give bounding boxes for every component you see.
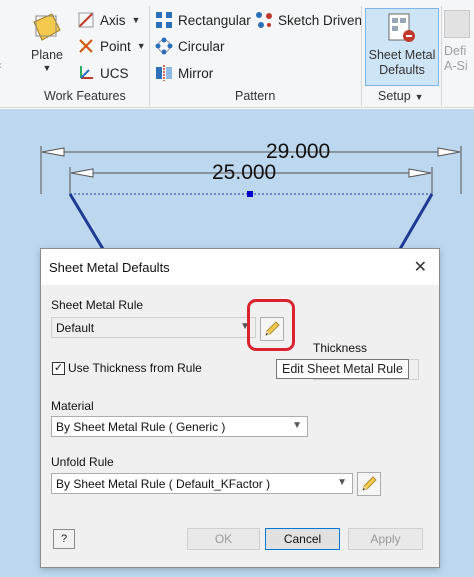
mirror-button[interactable]: Mirror: [155, 62, 213, 84]
pattern-group-label: Pattern: [235, 89, 276, 103]
material-label: Material: [51, 399, 94, 413]
sketch-driven-pattern-button[interactable]: Sketch Driven: [255, 9, 362, 31]
plane-button[interactable]: Plane ▼: [22, 8, 72, 73]
cut-off-edge: ‹: [0, 58, 2, 72]
sheet-metal-defaults-button[interactable]: Sheet Metal Defaults: [365, 8, 439, 86]
circular-label: Circular: [178, 38, 225, 54]
setup-group-label[interactable]: Setup ▼: [378, 89, 424, 103]
ribbon-separator: [441, 6, 442, 106]
ribbon: ‹ Plane ▼ Axis ▼ Point ▼ UCS Work Featur…: [0, 0, 474, 108]
point-label: Point: [100, 38, 131, 54]
mirror-icon: [155, 64, 173, 82]
dimension-inner[interactable]: 25.000: [212, 161, 276, 185]
point-button[interactable]: Point ▼: [77, 35, 146, 57]
plane-icon: [30, 10, 64, 44]
ucs-icon: [77, 64, 95, 82]
pencil-icon: [265, 321, 280, 336]
axis-icon: [77, 11, 95, 29]
close-icon[interactable]: ✕: [414, 257, 427, 277]
unfold-rule-select[interactable]: By Sheet Metal Rule ( Default_KFactor ) …: [51, 473, 353, 494]
rectangular-pattern-button[interactable]: Rectangular: [155, 9, 251, 31]
dialog-title-bar: Sheet Metal Defaults: [41, 249, 439, 285]
unfold-rule-label: Unfold Rule: [51, 455, 114, 469]
sketch-driven-pattern-icon: [255, 11, 273, 29]
sheet-metal-defaults-dialog: Sheet Metal Defaults ✕ Sheet Metal Rule …: [40, 248, 440, 568]
chevron-down-icon: ▼: [136, 41, 146, 51]
unfold-rule-value: By Sheet Metal Rule ( Default_KFactor ): [56, 476, 271, 491]
apply-label: Apply: [370, 532, 401, 546]
sheet-metal-rule-select[interactable]: Default ▼: [51, 317, 256, 338]
ucs-label: UCS: [100, 65, 129, 81]
rectangular-label: Rectangular: [178, 12, 251, 28]
plane-label: Plane: [31, 48, 63, 62]
work-features-group-label: Work Features: [44, 89, 126, 103]
use-thickness-label: Use Thickness from Rule: [68, 361, 202, 375]
axis-label: Axis: [100, 12, 126, 28]
chevron-down-icon: ▼: [337, 477, 347, 488]
chevron-down-icon: ▼: [292, 420, 302, 431]
ribbon-separator: [149, 6, 150, 106]
edit-rule-tooltip: Edit Sheet Metal Rule: [276, 359, 409, 379]
mirror-label: Mirror: [178, 65, 214, 81]
define-label-line2: A-Si: [444, 59, 468, 73]
edit-sheet-metal-rule-button[interactable]: [260, 317, 284, 341]
help-icon: ?: [60, 533, 68, 545]
define-label-line1: Defi: [444, 44, 467, 58]
setup-label: Setup: [378, 89, 411, 103]
pencil-icon: [362, 476, 377, 491]
sketch-driven-label: Sketch Driven: [278, 12, 363, 28]
circular-pattern-icon: [155, 37, 173, 55]
define-a-side-icon: [444, 10, 470, 38]
ok-button[interactable]: OK: [187, 528, 260, 550]
rectangular-pattern-icon: [155, 11, 173, 29]
sheet-metal-defaults-label-line1: Sheet Metal: [368, 48, 436, 62]
ok-label: OK: [214, 532, 233, 546]
cancel-label: Cancel: [283, 532, 322, 546]
point-icon: [77, 37, 95, 55]
material-select[interactable]: By Sheet Metal Rule ( Generic ) ▼: [51, 416, 308, 437]
thickness-label: Thickness: [313, 341, 368, 355]
use-thickness-checkbox[interactable]: ✓: [52, 362, 65, 375]
sheet-metal-defaults-label-line2: Defaults: [379, 63, 425, 77]
ribbon-separator: [361, 6, 362, 106]
sheet-metal-defaults-icon: [386, 12, 418, 44]
material-value: By Sheet Metal Rule ( Generic ): [56, 419, 226, 434]
cancel-button[interactable]: Cancel: [265, 528, 340, 550]
help-button[interactable]: ?: [53, 529, 75, 549]
dialog-title: Sheet Metal Defaults: [49, 259, 170, 275]
chevron-down-icon: ▼: [414, 92, 424, 102]
chevron-down-icon: ▼: [42, 63, 52, 73]
axis-button[interactable]: Axis ▼: [77, 9, 140, 31]
edit-unfold-rule-button[interactable]: [357, 472, 381, 496]
circular-pattern-button[interactable]: Circular: [155, 35, 225, 57]
sheet-metal-rule-value: Default: [56, 320, 95, 335]
ucs-button[interactable]: UCS: [77, 62, 129, 84]
define-a-side-button[interactable]: Defi A-Si: [444, 10, 474, 74]
sheet-metal-rule-label: Sheet Metal Rule: [51, 298, 144, 312]
chevron-down-icon: ▼: [131, 15, 141, 25]
apply-button[interactable]: Apply: [348, 528, 423, 550]
